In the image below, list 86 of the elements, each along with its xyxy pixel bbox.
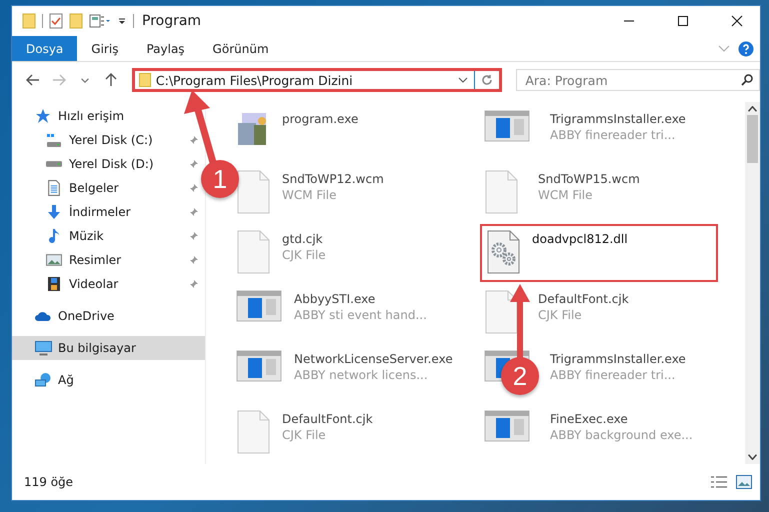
- sidebar-item[interactable]: OneDrive: [58, 309, 114, 323]
- gear-file-icon: [486, 230, 520, 274]
- folder-icon: [22, 13, 36, 29]
- star-icon: [35, 108, 51, 124]
- blank-file-icon: [236, 410, 270, 454]
- ribbon-tab[interactable]: Paylaş: [132, 36, 199, 61]
- sidebar-item[interactable]: Yerel Disk (C:): [69, 133, 153, 147]
- program-window-icon: [484, 410, 530, 442]
- address-path: C:\Program Files\Program Dizini: [156, 72, 353, 88]
- up-arrow-icon[interactable]: [104, 73, 117, 87]
- file-name[interactable]: doadvpcl812.dll: [532, 232, 628, 246]
- sidebar-item[interactable]: Videolar: [69, 277, 118, 291]
- address-bar[interactable]: C:\Program Files\Program Dizini: [132, 68, 502, 92]
- scroll-thumb[interactable]: [747, 115, 758, 163]
- close-icon[interactable]: [731, 15, 743, 27]
- window-title: Program: [142, 13, 202, 29]
- file-type: CJK File: [282, 248, 326, 262]
- drive-icon: [46, 134, 62, 146]
- network-icon: [34, 373, 52, 387]
- file-name[interactable]: TrigrammsInstaller.exe: [550, 112, 686, 126]
- program-window-icon: [236, 350, 282, 382]
- highlighted-file[interactable]: doadvpcl812.dll: [480, 224, 718, 282]
- checklist-icon[interactable]: [49, 13, 63, 29]
- film-icon: [48, 277, 60, 291]
- program-window-icon: [236, 290, 282, 322]
- music-note-icon: [49, 228, 59, 244]
- file-name[interactable]: FineExec.exe: [550, 412, 693, 426]
- cloud-icon: [35, 311, 51, 321]
- file-name[interactable]: DefaultFont.cjk: [538, 292, 629, 306]
- refresh-icon[interactable]: [481, 74, 494, 86]
- search-field[interactable]: Ara: Program: [516, 69, 760, 91]
- file-type: CJK File: [538, 308, 583, 322]
- file-name[interactable]: program.exe: [282, 112, 358, 126]
- file-type: CJK File: [282, 428, 327, 442]
- recent-caret-icon[interactable]: [80, 78, 89, 82]
- blank-file-icon: [236, 230, 270, 274]
- file-type: ABBY finereader tri...: [550, 128, 676, 142]
- sidebar-item[interactable]: İndirmeler: [69, 205, 131, 219]
- sidebar-item[interactable]: Bu bilgisayar: [58, 341, 136, 355]
- scroll-down-icon[interactable]: [748, 454, 757, 460]
- ribbon-tab[interactable]: Görünüm: [198, 36, 283, 61]
- sidebar-item[interactable]: Belgeler: [69, 181, 119, 195]
- selected-sidebar-row[interactable]: Bu bilgisayar: [12, 336, 205, 360]
- file-type: WCM File: [538, 188, 594, 202]
- large-icons-view-icon[interactable]: [736, 475, 752, 489]
- properties-icon[interactable]: [89, 13, 111, 29]
- ribbon-tab[interactable]: Dosya: [12, 36, 78, 61]
- sidebar-item[interactable]: Müzik: [69, 229, 104, 243]
- minimize-icon[interactable]: [623, 20, 635, 22]
- file-name[interactable]: DefaultFont.cjk: [282, 412, 373, 426]
- file-name[interactable]: SndToWP12.wcm: [282, 172, 384, 186]
- file-name[interactable]: TrigrammsInstaller.exe: [550, 352, 686, 366]
- file-type: ABBY finereader tri...: [550, 368, 676, 382]
- file-type: ABBY network licens...: [294, 368, 429, 382]
- scroll-up-icon[interactable]: [748, 106, 757, 112]
- details-view-icon[interactable]: [710, 476, 728, 488]
- customize-caret-icon[interactable]: [117, 16, 127, 26]
- sidebar-item[interactable]: Hızlı erişim: [58, 109, 124, 123]
- picture-icon: [46, 254, 62, 266]
- folder-icon: [138, 73, 151, 87]
- back-arrow-icon[interactable]: [26, 74, 40, 86]
- file-name[interactable]: SndToWP15.wcm: [538, 172, 640, 186]
- maximize-icon[interactable]: [677, 15, 689, 27]
- file-name[interactable]: AbbyySTI.exe: [294, 292, 427, 306]
- dropdown-caret-icon[interactable]: [458, 77, 468, 83]
- monitor-icon: [34, 340, 52, 356]
- file-type: ABBY sti event hand...: [294, 308, 427, 322]
- ribbon-tab[interactable]: Giriş: [77, 36, 132, 61]
- scrollbar[interactable]: [745, 102, 760, 464]
- blank-file-icon: [236, 170, 270, 214]
- sidebar-item[interactable]: Yerel Disk (D:): [69, 157, 154, 171]
- file-type: ABBY background exe...: [550, 428, 693, 442]
- file-name[interactable]: NetworkLicenseServer.exe: [294, 352, 453, 366]
- help-icon[interactable]: [738, 40, 754, 56]
- sidebar-item[interactable]: Resimler: [69, 253, 122, 267]
- file-type: WCM File: [282, 188, 338, 202]
- document-icon: [48, 180, 60, 196]
- sidebar-item[interactable]: Ağ: [58, 373, 74, 387]
- file-name[interactable]: gtd.cjk: [282, 232, 326, 246]
- drive-icon: [46, 161, 62, 167]
- program-window-icon: [484, 110, 530, 142]
- search-icon: [741, 74, 753, 86]
- download-arrow-icon: [48, 205, 60, 219]
- item-count: 119 öğe: [24, 475, 74, 489]
- blank-file-icon: [484, 290, 518, 334]
- blank-file-icon: [484, 170, 518, 214]
